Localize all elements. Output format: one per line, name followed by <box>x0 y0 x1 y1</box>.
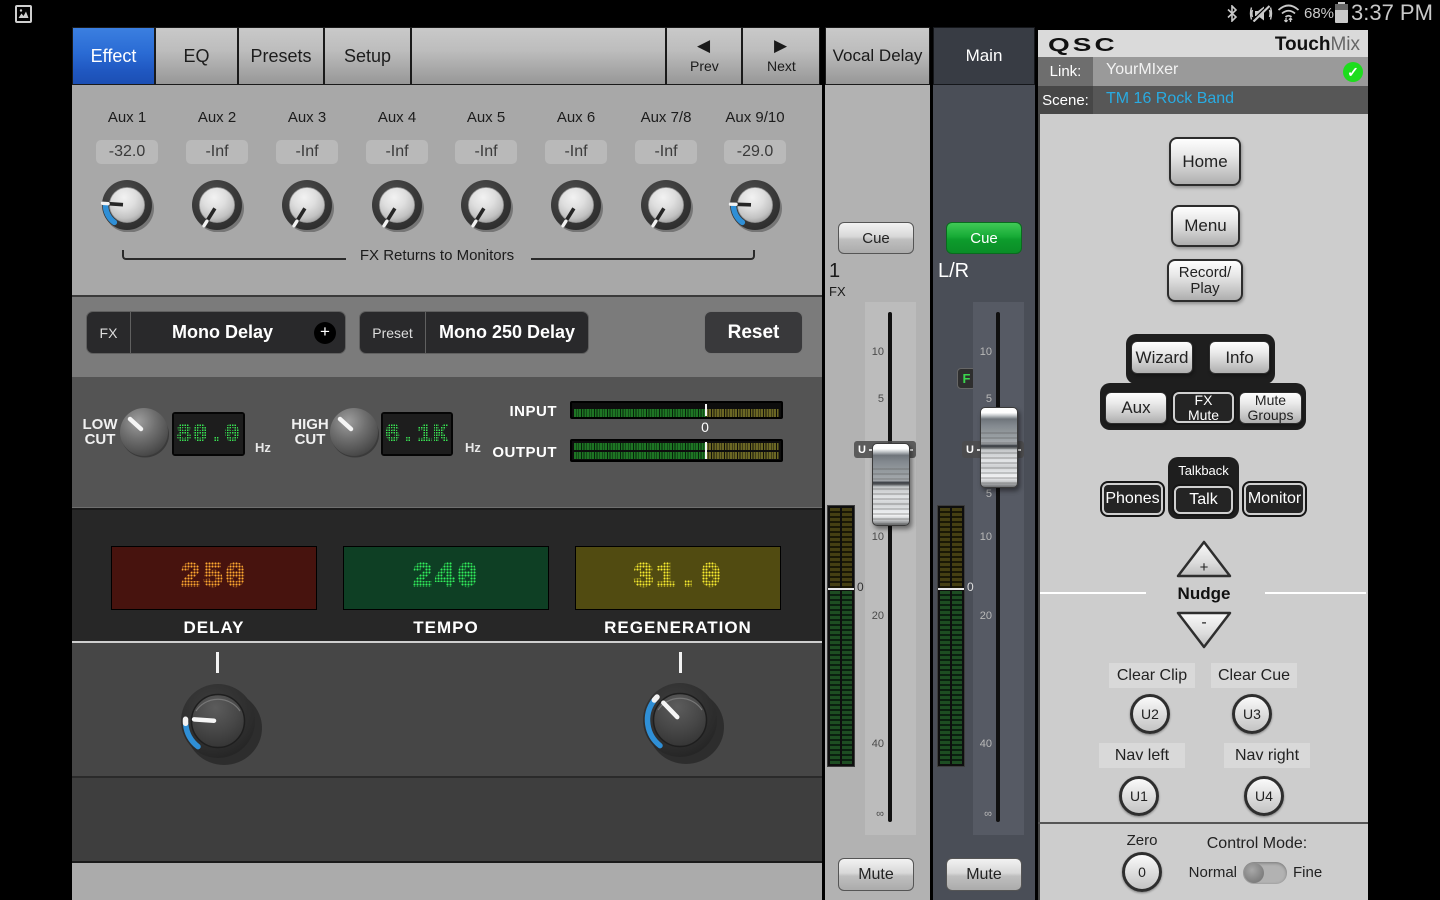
svg-text:+: + <box>1200 559 1209 576</box>
svg-text:-: - <box>1201 614 1206 631</box>
